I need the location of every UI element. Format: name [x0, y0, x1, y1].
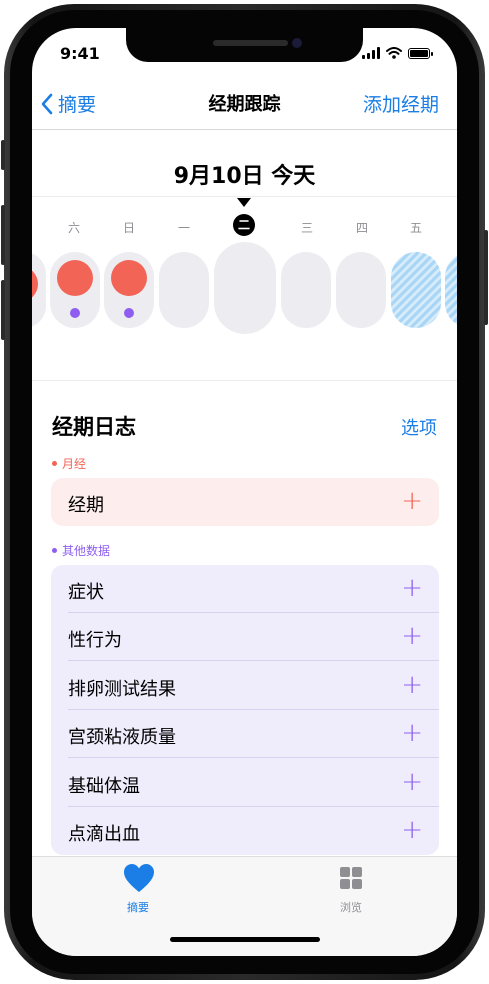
mute-switch [1, 140, 5, 170]
spotting-row[interactable]: 点滴出血 + [51, 807, 439, 855]
add-plus-icon[interactable]: + [401, 718, 423, 748]
add-plus-icon[interactable]: + [401, 573, 423, 603]
row-divider [68, 757, 439, 758]
status-time: 9:41 [60, 44, 100, 63]
calendar-divider [32, 380, 457, 381]
symptoms-row[interactable]: 症状 + [51, 565, 439, 613]
cervical-mucus-row[interactable]: 宫颈粘液质量 + [51, 710, 439, 758]
tab-summary-label: 摘要 [127, 901, 149, 914]
wifi-icon [386, 47, 402, 59]
weekday-label: 五 [409, 221, 422, 235]
row-label: 排卵测试结果 [68, 679, 176, 700]
period-flow-icon [111, 260, 147, 296]
other-category-text: 其他数据 [62, 544, 111, 558]
log-title: 经期日志 [52, 415, 136, 439]
add-plus-icon[interactable]: + [401, 670, 423, 700]
cellular-signal-icon [362, 47, 380, 59]
weekday-label: 四 [355, 221, 368, 235]
row-label: 宫颈粘液质量 [68, 727, 176, 748]
symptom-dot-icon [70, 308, 80, 318]
day-cell[interactable] [281, 252, 331, 328]
screen: 9:41 摘要 经期跟踪 添加经期 9月10日 今天 六 日 一 二 三 四 五 [32, 28, 457, 956]
weekday-label: 六 [67, 221, 80, 235]
grid-icon [340, 867, 362, 889]
add-plus-icon[interactable]: + [401, 621, 423, 651]
day-cell[interactable] [50, 252, 100, 328]
row-label: 症状 [68, 582, 104, 603]
heart-icon [124, 864, 154, 892]
tab-browse-label: 浏览 [340, 901, 362, 914]
period-category-label: 月经 [52, 455, 86, 472]
row-label: 基础体温 [68, 776, 140, 797]
add-plus-icon[interactable]: + [401, 815, 423, 845]
period-dot-icon [52, 461, 57, 466]
day-cell[interactable] [32, 252, 46, 328]
tab-summary[interactable]: 摘要 [108, 863, 168, 914]
period-flow-icon [32, 266, 38, 302]
period-row[interactable]: 经期 + [51, 478, 439, 526]
add-period-button[interactable]: 添加经期 [363, 90, 439, 117]
period-category-text: 月经 [62, 457, 87, 471]
today-marker-icon [237, 198, 251, 207]
power-button [484, 230, 488, 325]
period-flow-icon [57, 260, 93, 296]
basal-temperature-row[interactable]: 基础体温 + [51, 759, 439, 807]
home-indicator[interactable] [170, 937, 320, 942]
sexual-activity-row[interactable]: 性行为 + [51, 613, 439, 661]
row-divider [68, 660, 439, 661]
date-divider [32, 196, 457, 197]
nav-divider [32, 129, 457, 130]
speaker [213, 40, 288, 46]
day-cell-today[interactable] [214, 242, 276, 334]
weekday-label: 三 [300, 221, 313, 235]
date-title: 9月10日 今天 [173, 164, 316, 189]
volume-down-button [1, 280, 5, 340]
weekday-label: 一 [177, 221, 190, 235]
options-button[interactable]: 选项 [401, 414, 437, 440]
tab-browse[interactable]: 浏览 [321, 863, 381, 914]
period-card: 经期 + [51, 478, 439, 526]
ovulation-test-row[interactable]: 排卵测试结果 + [51, 662, 439, 710]
volume-up-button [1, 205, 5, 265]
day-cell-predicted[interactable] [445, 252, 457, 328]
front-camera [292, 38, 302, 48]
weekday-label: 日 [122, 221, 135, 235]
other-data-card: 症状 + 性行为 + 排卵测试结果 + 宫颈粘液质量 + 基础体温 + 点滴出血… [51, 565, 439, 855]
battery-icon [408, 48, 433, 59]
weekday-label-today: 二 [233, 214, 255, 236]
add-period-plus-icon[interactable]: + [401, 486, 423, 516]
day-cell[interactable] [336, 252, 386, 328]
other-category-label: 其他数据 [52, 542, 110, 559]
day-cell[interactable] [159, 252, 209, 328]
add-plus-icon[interactable]: + [401, 767, 423, 797]
day-cell[interactable] [104, 252, 154, 328]
row-label: 性行为 [68, 630, 122, 651]
row-label: 点滴出血 [68, 824, 140, 845]
status-icons [362, 45, 433, 59]
symptom-dot-icon [124, 308, 134, 318]
row-label: 经期 [68, 495, 104, 516]
day-cell-predicted[interactable] [391, 252, 441, 328]
other-dot-icon [52, 548, 57, 553]
